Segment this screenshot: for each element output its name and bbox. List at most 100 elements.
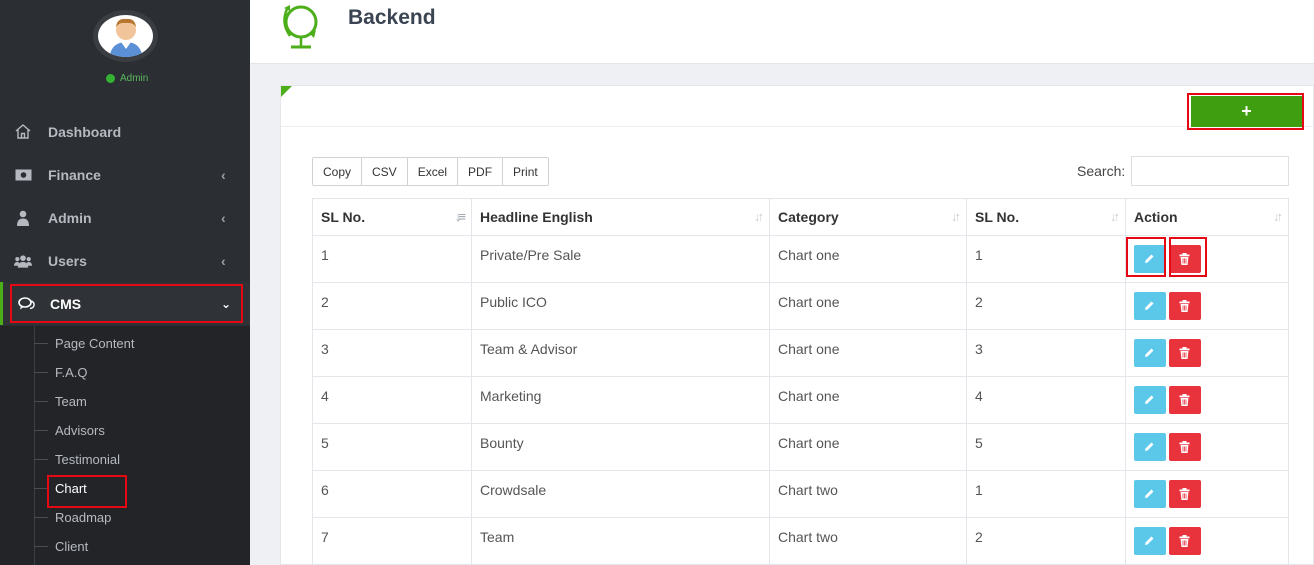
submenu-client[interactable]: Client — [34, 532, 88, 561]
table-row: 4 Marketing Chart one 4 — [312, 376, 1289, 424]
copy-button[interactable]: Copy — [313, 158, 363, 185]
cell-sl-no: 2 — [312, 282, 472, 330]
cell-sl-no: 1 — [312, 235, 472, 283]
edit-button[interactable] — [1134, 245, 1166, 273]
nav-label: Dashboard — [48, 123, 122, 140]
submenu-team[interactable]: Team — [34, 387, 87, 416]
delete-button[interactable] — [1169, 527, 1201, 555]
edit-button[interactable] — [1134, 386, 1166, 414]
cell-category: Chart one — [769, 235, 967, 283]
cell-category: Chart one — [769, 423, 967, 471]
sort-asc-icon: ↓≡ — [454, 209, 466, 224]
delete-button[interactable] — [1169, 386, 1201, 414]
cell-action — [1125, 376, 1289, 424]
nav-finance[interactable]: Finance ‹ — [0, 153, 250, 196]
submenu-testimonial[interactable]: Testimonial — [34, 445, 120, 474]
submenu-label: Page Content — [55, 336, 135, 351]
excel-button[interactable]: Excel — [407, 158, 459, 185]
edit-button[interactable] — [1134, 339, 1166, 367]
delete-button[interactable] — [1169, 245, 1201, 273]
submenu-label: Testimonial — [55, 452, 121, 467]
submenu-tick — [34, 343, 48, 344]
add-chart-button[interactable]: + — [1191, 96, 1302, 127]
submenu-advisors[interactable]: Advisors — [34, 416, 105, 445]
table-row: 7 Team Chart two 2 — [312, 517, 1289, 565]
search-input[interactable] — [1131, 156, 1289, 186]
online-dot-icon — [106, 74, 115, 83]
edit-button[interactable] — [1134, 480, 1166, 508]
nav-users[interactable]: Users ‹ — [0, 239, 250, 282]
cell-sl-no-2: 2 — [966, 517, 1126, 565]
search-label: Search: — [1077, 163, 1126, 179]
csv-button[interactable]: CSV — [362, 158, 408, 185]
chevron-down-icon: ⌄ — [221, 296, 232, 311]
delete-button[interactable] — [1169, 339, 1201, 367]
cell-sl-no-2: 4 — [966, 376, 1126, 424]
table-row: 1 Private/Pre Sale Chart one 1 — [312, 235, 1289, 283]
nav-cms[interactable]: CMS ⌄ — [0, 282, 250, 325]
cell-action — [1125, 470, 1289, 518]
submenu-tick — [34, 372, 48, 373]
content-card: + Copy CSV Excel PDF Print Search: SL No… — [280, 85, 1314, 565]
sort-icon: ↓↑ — [1273, 209, 1283, 224]
table-body: 1 Private/Pre Sale Chart one 1 2 Public ICO Ch… — [312, 235, 1289, 565]
submenu-tick — [34, 401, 48, 402]
cell-sl-no-2: 1 — [966, 235, 1126, 283]
cell-sl-no: 4 — [312, 376, 472, 424]
cell-headline: Bounty — [471, 423, 770, 471]
cell-category: Chart two — [769, 517, 967, 565]
user-avatar-icon — [108, 18, 143, 57]
edit-button[interactable] — [1134, 292, 1166, 320]
column-header-sl-no-2[interactable]: SL No. ↓↑ — [966, 198, 1126, 236]
column-header-headline[interactable]: Headline English ↓↑ — [471, 198, 770, 236]
topbar: Backend — [250, 0, 1314, 64]
cell-category: Chart one — [769, 329, 967, 377]
column-header-category[interactable]: Category ↓↑ — [769, 198, 967, 236]
print-button[interactable]: Print — [503, 158, 548, 185]
globe-logo-icon — [283, 5, 318, 49]
table-header-row: SL No. ↓≡ Headline English ↓↑ Category ↓↑ S… — [312, 198, 1289, 236]
delete-button[interactable] — [1169, 480, 1201, 508]
card-corner-accent — [281, 86, 292, 97]
cell-sl-no-2: 1 — [966, 470, 1126, 518]
export-button-group: Copy CSV Excel PDF Print — [312, 157, 549, 186]
table-row: 6 Crowdsale Chart two 1 — [312, 470, 1289, 518]
avatar[interactable] — [93, 10, 158, 62]
cell-sl-no: 7 — [312, 517, 472, 565]
submenu-chart[interactable]: Chart — [34, 474, 87, 503]
user-lock-icon — [14, 209, 32, 227]
pdf-button[interactable]: PDF — [458, 158, 504, 185]
active-indicator — [0, 282, 3, 325]
cell-sl-no: 3 — [312, 329, 472, 377]
chart-table: SL No. ↓≡ Headline English ↓↑ Category ↓↑ S… — [312, 198, 1289, 565]
cell-category: Chart one — [769, 376, 967, 424]
chevron-left-icon: ‹ — [221, 252, 226, 269]
delete-button[interactable] — [1169, 292, 1201, 320]
submenu-faq[interactable]: F.A.Q — [34, 358, 88, 387]
cell-action — [1125, 517, 1289, 565]
user-role-label: Admin — [120, 73, 149, 84]
nav-admin[interactable]: Admin ‹ — [0, 196, 250, 239]
nav-label: Admin — [48, 209, 92, 226]
cell-sl-no-2: 5 — [966, 423, 1126, 471]
cell-sl-no-2: 3 — [966, 329, 1126, 377]
submenu-tick — [34, 430, 48, 431]
cell-headline: Team & Advisor — [471, 329, 770, 377]
table-row: 3 Team & Advisor Chart one 3 — [312, 329, 1289, 377]
delete-button[interactable] — [1169, 433, 1201, 461]
cell-category: Chart two — [769, 470, 967, 518]
money-icon — [14, 166, 32, 184]
edit-button[interactable] — [1134, 527, 1166, 555]
column-header-label: SL No. — [321, 209, 366, 225]
nav-label: Finance — [48, 166, 101, 183]
submenu-tick — [34, 459, 48, 460]
nav-dashboard[interactable]: Dashboard — [0, 110, 250, 153]
edit-button[interactable] — [1134, 433, 1166, 461]
user-status: Admin — [106, 73, 148, 84]
cell-headline: Crowdsale — [471, 470, 770, 518]
column-header-action[interactable]: Action ↓↑ — [1125, 198, 1289, 236]
column-header-label: Action — [1134, 209, 1178, 225]
column-header-sl-no[interactable]: SL No. ↓≡ — [312, 198, 472, 236]
submenu-roadmap[interactable]: Roadmap — [34, 503, 111, 532]
submenu-page-content[interactable]: Page Content — [34, 329, 135, 358]
